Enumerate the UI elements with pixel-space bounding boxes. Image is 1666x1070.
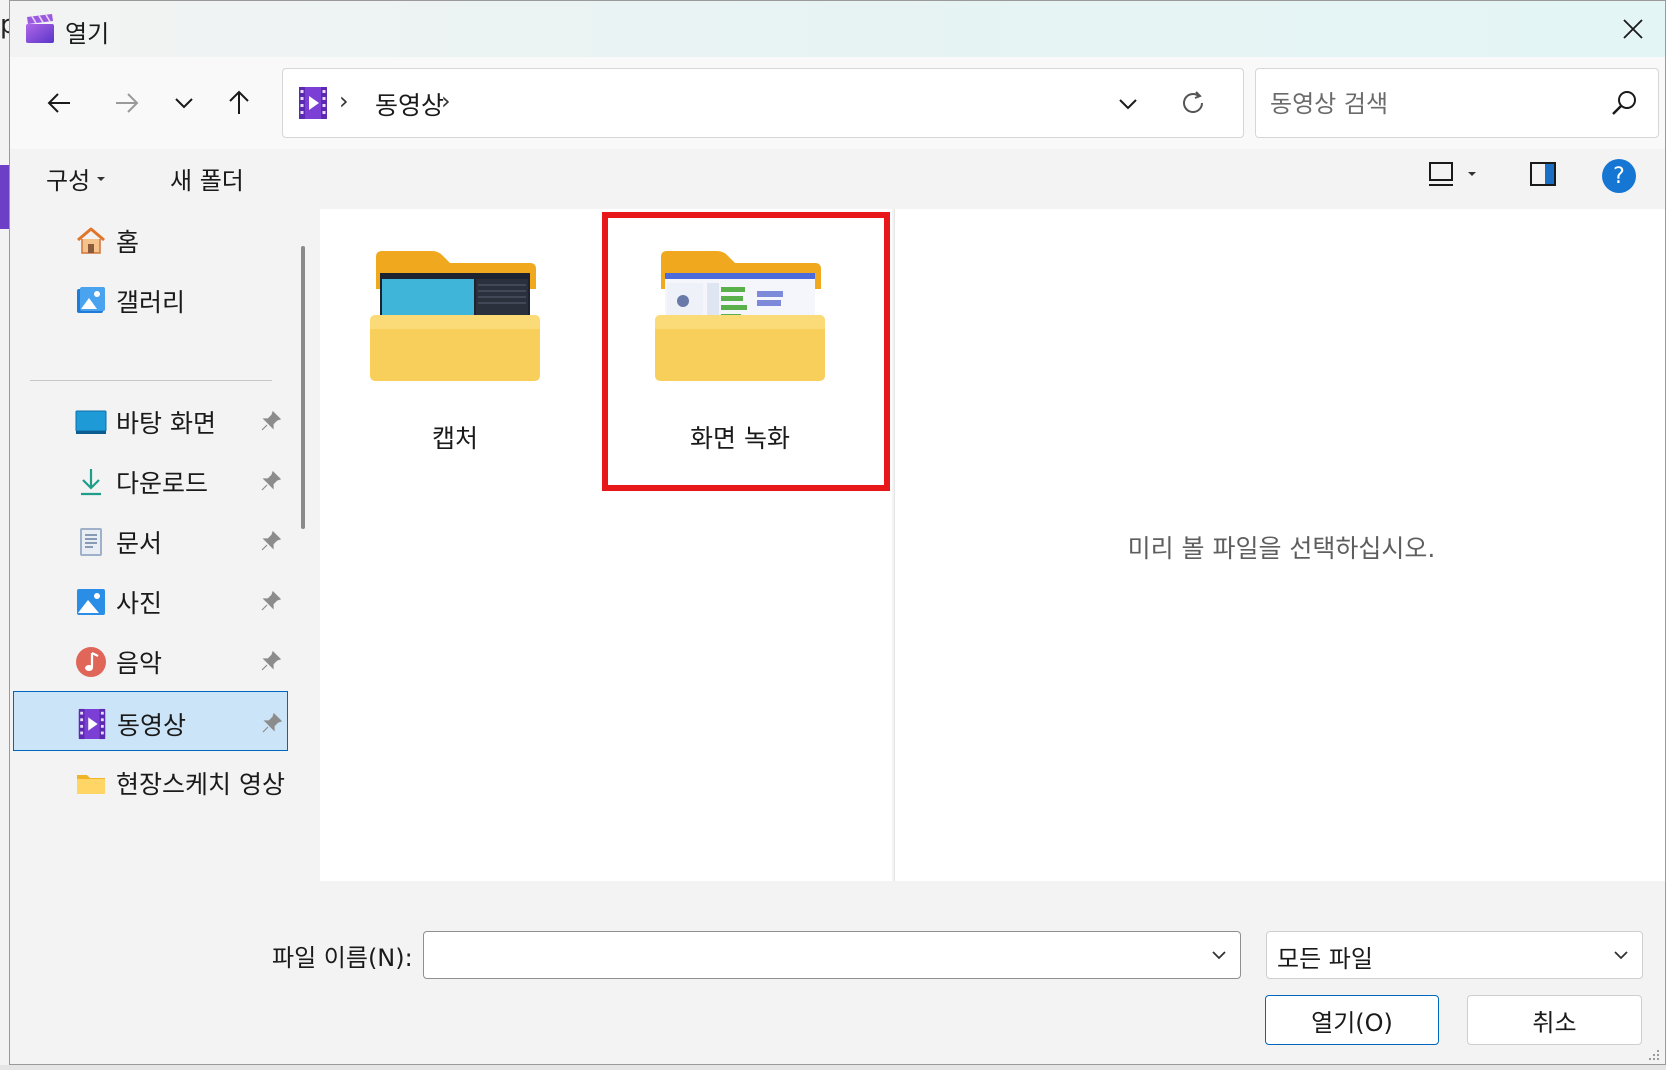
chevron-down-icon[interactable] — [1210, 946, 1228, 964]
preview-pane-icon — [1530, 162, 1556, 186]
filename-input[interactable] — [434, 938, 1178, 974]
pin-icon[interactable] — [260, 650, 282, 672]
folder-icon — [77, 775, 105, 794]
preview-pane: 미리 볼 파일을 선택하십시오. — [894, 209, 1665, 881]
pictures-icon — [77, 589, 105, 615]
search-box[interactable] — [1255, 68, 1659, 138]
search-icon[interactable] — [1608, 87, 1640, 119]
command-bar: 구성 새 폴더 ? — [10, 149, 1665, 209]
recent-locations-button[interactable] — [160, 81, 208, 125]
close-icon — [1623, 19, 1643, 39]
background-app-bottom — [0, 1065, 1666, 1070]
sidebar-item-label: 사진 — [116, 589, 163, 618]
sidebar-item-documents[interactable]: 문서 — [13, 510, 288, 570]
document-icon — [80, 528, 102, 556]
filetype-value: 모든 파일 — [1277, 945, 1373, 973]
organize-label: 구성 — [46, 167, 91, 195]
preview-message: 미리 볼 파일을 선택하십시오. — [1127, 534, 1436, 563]
organize-menu[interactable]: 구성 — [46, 161, 106, 196]
resize-grip-icon[interactable] — [1645, 1046, 1661, 1062]
address-bar[interactable]: › 동영상 › — [282, 68, 1244, 138]
view-layout-icon — [1429, 162, 1453, 186]
folder-name: 캡처 — [431, 424, 478, 453]
background-app-accent — [0, 165, 9, 229]
sidebar-item-downloads[interactable]: 다운로드 — [13, 450, 288, 510]
folder-item-capture[interactable]: 캡처 — [320, 209, 590, 481]
breadcrumb-separator-icon[interactable]: › — [441, 87, 451, 115]
close-button[interactable] — [1601, 1, 1665, 57]
pin-icon[interactable] — [260, 590, 282, 612]
cancel-button[interactable]: 취소 — [1467, 995, 1642, 1045]
question-mark-icon: ? — [1613, 163, 1625, 189]
download-icon — [81, 469, 101, 496]
arrow-left-icon — [47, 93, 70, 113]
sidebar-item-label: 현장스케치 영상 — [116, 770, 285, 799]
sidebar-divider — [30, 380, 272, 381]
search-input[interactable] — [1268, 83, 1592, 125]
sidebar-item-label: 문서 — [116, 529, 163, 558]
dialog-footer: 파일 이름(N): 모든 파일 열기(O) 취소 — [10, 881, 1665, 1064]
chevron-down-icon — [175, 98, 193, 109]
sidebar-item-label: 홈 — [116, 228, 140, 257]
sidebar-item-label: 음악 — [116, 649, 163, 678]
caret-down-icon — [1468, 172, 1476, 176]
film-clapper-icon — [26, 14, 54, 43]
pin-icon[interactable] — [260, 530, 282, 552]
address-history-dropdown[interactable] — [1111, 87, 1145, 121]
arrow-right-icon — [116, 93, 139, 113]
gallery-icon — [77, 287, 105, 313]
sidebar-scrollbar[interactable] — [301, 246, 305, 529]
arrow-up-icon — [229, 90, 249, 114]
new-folder-button[interactable]: 새 폴더 — [170, 161, 244, 196]
forward-button[interactable] — [102, 81, 150, 125]
videos-icon — [299, 87, 327, 119]
annotation-highlight-box — [602, 212, 890, 491]
sidebar-item-home[interactable]: 홈 — [13, 209, 288, 269]
navigation-bar: › 동영상 › — [10, 57, 1665, 149]
filename-combobox[interactable] — [423, 931, 1241, 979]
preview-pane-toggle[interactable] — [1529, 161, 1557, 191]
pin-icon[interactable] — [261, 712, 283, 734]
filename-label: 파일 이름(N): — [272, 944, 413, 972]
refresh-icon — [1183, 91, 1203, 114]
pin-icon[interactable] — [260, 470, 282, 492]
home-icon — [77, 227, 105, 254]
filetype-dropdown[interactable]: 모든 파일 — [1266, 931, 1643, 979]
videos-icon — [78, 708, 106, 740]
caret-down-icon — [97, 176, 106, 181]
pin-icon[interactable] — [260, 410, 282, 432]
sidebar-item-label: 갤러리 — [116, 288, 186, 317]
sidebar-item-label: 다운로드 — [116, 469, 209, 498]
folder-thumbnail-icon — [370, 251, 540, 381]
view-options-button[interactable] — [1427, 161, 1477, 187]
desktop-icon — [75, 410, 107, 434]
window-title: 열기 — [65, 20, 110, 48]
back-button[interactable] — [36, 81, 84, 125]
help-button[interactable]: ? — [1602, 159, 1636, 193]
sidebar-item-site-sketch[interactable]: 현장스케치 영상 — [13, 751, 288, 811]
open-button[interactable]: 열기(O) — [1265, 995, 1439, 1045]
breadcrumb-separator-icon[interactable]: › — [339, 87, 349, 115]
sidebar-item-desktop[interactable]: 바탕 화면 — [13, 390, 288, 450]
up-button[interactable] — [215, 81, 263, 125]
sidebar-item-videos[interactable]: 동영상 — [13, 691, 288, 751]
music-icon — [76, 647, 106, 677]
background-app-edge: p — [0, 0, 17, 1070]
chevron-down-icon — [1614, 951, 1628, 960]
refresh-button[interactable] — [1175, 85, 1211, 121]
open-file-dialog: 열기 › 동영상 › 동영상 검색 구성 새 폴더 ? 홈 갤러리 바탕 화면 … — [9, 0, 1666, 1065]
breadcrumb-videos[interactable]: 동영상 — [375, 86, 444, 122]
navigation-pane: 홈 갤러리 바탕 화면 다운로드 문서 사진 음악 동영상 현장스케치 영상 — [10, 209, 290, 881]
sidebar-item-label: 바탕 화면 — [116, 409, 216, 438]
sidebar-item-gallery[interactable]: 갤러리 — [13, 269, 288, 329]
title-bar: 열기 — [10, 1, 1665, 57]
sidebar-item-music[interactable]: 음악 — [13, 630, 288, 690]
chevron-down-icon — [1119, 99, 1137, 110]
sidebar-item-label: 동영상 — [117, 711, 187, 740]
sidebar-item-pictures[interactable]: 사진 — [13, 570, 288, 630]
